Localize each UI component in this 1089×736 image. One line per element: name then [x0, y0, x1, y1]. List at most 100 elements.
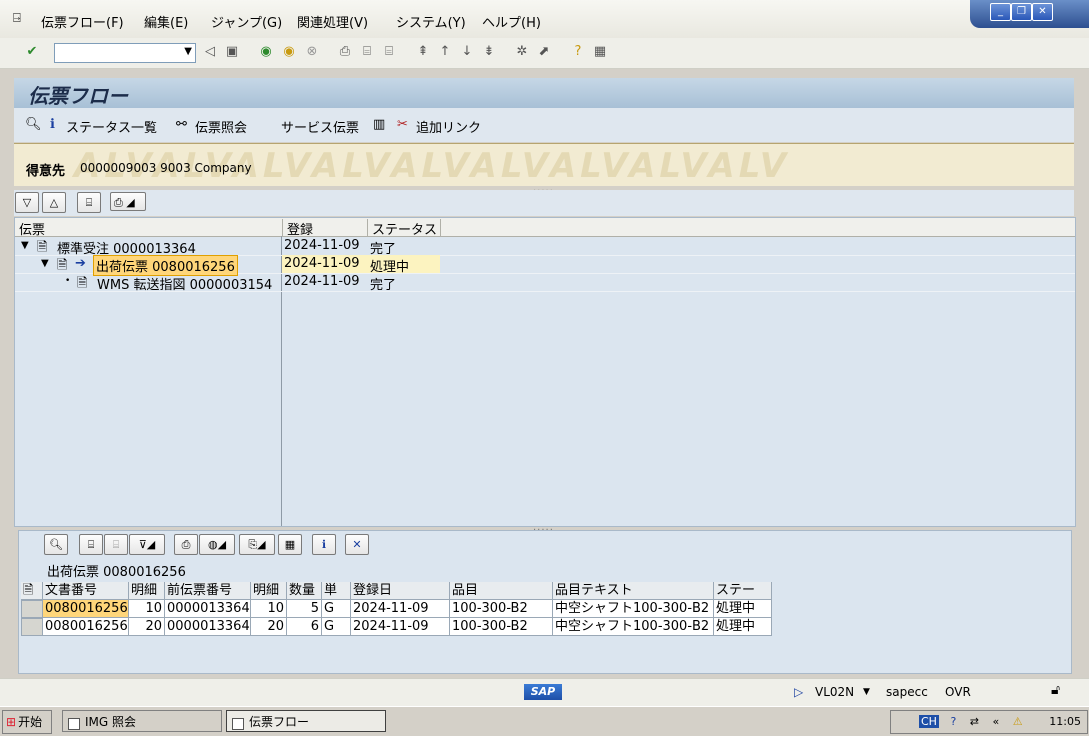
network-icon[interactable]: ⇄ — [970, 715, 979, 728]
chevron-left-icon[interactable]: « — [993, 715, 1000, 728]
help-tray-icon[interactable]: ? — [950, 715, 956, 728]
grid-cell[interactable]: 処理中 — [714, 600, 772, 618]
grid-cell[interactable]: 20 — [129, 618, 165, 636]
menu-help[interactable]: ヘルプ(H) — [482, 12, 541, 31]
new-session-icon[interactable]: ✲ — [514, 44, 530, 60]
tree-row-document[interactable]: WMS 転送指図 0000003154 — [97, 274, 272, 293]
grid-col-document-number[interactable]: 文書番号 — [43, 582, 129, 600]
grid-cell[interactable]: 中空シャフト100-300-B2 — [553, 618, 714, 636]
transaction-code[interactable]: VL02N — [815, 685, 854, 699]
chart-icon[interactable]: ▥ — [373, 117, 385, 132]
menu-document-flow[interactable]: 伝票フロー(F) — [41, 12, 124, 31]
grid-col-preceding-item[interactable]: 明細 — [251, 582, 287, 600]
find-icon[interactable]: ⌸ — [79, 534, 103, 555]
cancel-icon[interactable]: ⊗ — [304, 44, 320, 60]
caret-down-icon[interactable]: ▼ — [21, 240, 29, 251]
print-icon[interactable]: ⎙ — [174, 534, 198, 555]
grid-cell[interactable]: 2024-11-09 — [351, 600, 450, 618]
tree-col-created[interactable]: 登録 — [283, 219, 368, 238]
help-icon[interactable]: ? — [570, 44, 586, 60]
close-list-icon[interactable]: ✕ — [345, 534, 369, 555]
find-next-icon[interactable]: ⌸ — [104, 534, 128, 555]
row-selector[interactable] — [21, 618, 43, 636]
grid-col-unit[interactable]: 単 — [322, 582, 351, 600]
start-button[interactable]: ⊞ 开始 — [2, 710, 52, 734]
play-triangle-icon[interactable]: ▷ — [794, 685, 803, 699]
grid-cell[interactable]: 0000013364 — [165, 618, 251, 636]
menu-environment[interactable]: 関連処理(V) — [297, 12, 368, 31]
tree-row[interactable]: ▼ 🗎 標準受注 0000013364 2024-11-09 完了 — [15, 237, 1075, 257]
first-page-icon[interactable]: ⇞ — [415, 44, 431, 60]
grid-cell[interactable]: 0080016256 — [43, 600, 129, 618]
clock[interactable]: 11:05 — [1049, 711, 1081, 733]
grid-cell[interactable]: 100-300-B2 — [450, 618, 553, 636]
minimize-icon[interactable]: _ — [990, 3, 1011, 21]
grid-cell[interactable]: 0000013364 — [165, 600, 251, 618]
tree-col-document[interactable]: 伝票 — [15, 219, 283, 238]
previous-page-icon[interactable]: ↑ — [437, 44, 453, 60]
enter-check-icon[interactable]: ✔ — [24, 44, 40, 60]
back-arrow-icon[interactable]: ◁ — [202, 44, 218, 60]
grid-col-material-text[interactable]: 品目テキスト — [553, 582, 714, 600]
menu-exit-icon[interactable]: ⍈ — [13, 11, 27, 26]
task-img-display[interactable]: IMG 照会 — [62, 710, 222, 732]
exit-icon[interactable]: ◉ — [281, 44, 297, 60]
menu-edit[interactable]: 編集(E) — [144, 12, 188, 31]
print-dropdown-icon[interactable]: ⎙ ◢ — [110, 192, 146, 211]
last-page-icon[interactable]: ⇟ — [481, 44, 497, 60]
warning-icon[interactable]: ⚠ — [1013, 715, 1023, 728]
chevron-down-icon[interactable]: ▼ — [863, 687, 870, 697]
back-icon[interactable]: ◉ — [258, 44, 274, 60]
details-icon[interactable]: 🔍︎ — [44, 534, 68, 555]
grid-col-material[interactable]: 品目 — [450, 582, 553, 600]
service-document-button[interactable]: サービス伝票 — [281, 117, 359, 136]
find-icon[interactable]: ⌸ — [359, 44, 375, 60]
additional-links-button[interactable]: 追加リンク — [416, 117, 481, 136]
grid-cell[interactable]: 2024-11-09 — [351, 618, 450, 636]
grid-col-quantity[interactable]: 数量 — [287, 582, 322, 600]
next-page-icon[interactable]: ↓ — [459, 44, 475, 60]
grid-cell[interactable]: G — [322, 618, 351, 636]
lock-icon[interactable]: 🔓︎ — [1051, 682, 1060, 698]
restore-icon[interactable]: ❐ — [1011, 3, 1032, 21]
grid-col-preceding-document[interactable]: 前伝票番号 — [165, 582, 251, 600]
tree-col-status[interactable]: ステータス — [368, 219, 441, 238]
find-icon[interactable]: ⌸ — [77, 192, 101, 213]
info-icon[interactable]: ℹ — [312, 534, 336, 555]
grid-cell[interactable]: 0080016256 — [43, 618, 129, 636]
layout-grid-icon[interactable]: ▦ — [278, 534, 302, 555]
grid-col-item[interactable]: 明細 — [129, 582, 165, 600]
collapse-all-icon[interactable]: △ — [42, 192, 66, 213]
caret-down-icon[interactable]: ▼ — [41, 258, 49, 269]
menu-goto[interactable]: ジャンプ(G) — [211, 12, 282, 31]
layout-menu-icon[interactable]: ▦ — [592, 44, 608, 60]
grid-cell[interactable]: 10 — [129, 600, 165, 618]
close-icon[interactable]: ✕ — [1032, 3, 1053, 21]
save-icon[interactable]: ▣ — [224, 44, 240, 60]
grid-cell[interactable]: G — [322, 600, 351, 618]
find-next-icon[interactable]: ⌸ — [381, 44, 397, 60]
tree-row[interactable]: • 🗎 WMS 転送指図 0000003154 2024-11-09 完了 — [15, 273, 1075, 293]
grid-cell[interactable]: 100-300-B2 — [450, 600, 553, 618]
command-field[interactable]: ▼ — [54, 43, 196, 63]
views-dropdown-icon[interactable]: ◍◢ — [199, 534, 235, 555]
grid-col-created-on[interactable]: 登録日 — [351, 582, 450, 600]
display-doc-icon[interactable]: 🔍︎ — [25, 117, 42, 132]
expand-all-icon[interactable]: ▽ — [15, 192, 39, 213]
tree-row-selected[interactable]: ▼ 🗎 ➔ 出荷伝票 0080016256 2024-11-09 処理中 — [15, 255, 1075, 276]
grid-cell[interactable]: 5 — [287, 600, 322, 618]
display-document-button[interactable]: 伝票照会 — [195, 117, 247, 136]
print-icon[interactable]: ⎙ — [337, 44, 353, 60]
menu-system[interactable]: システム(Y) — [396, 12, 466, 31]
input-language[interactable]: CH — [919, 715, 939, 728]
task-document-flow[interactable]: 伝票フロー — [226, 710, 386, 732]
status-overview-button[interactable]: ステータス一覧 — [66, 117, 157, 136]
grid-cell[interactable]: 処理中 — [714, 618, 772, 636]
chevron-down-icon[interactable]: ▼ — [184, 46, 192, 57]
filter-dropdown-icon[interactable]: ⊽◢ — [129, 534, 165, 555]
grid-col-status[interactable]: ステー — [714, 582, 772, 600]
insert-mode[interactable]: OVR — [945, 685, 971, 699]
export-dropdown-icon[interactable]: ⎘◢ — [239, 534, 275, 555]
select-all-icon[interactable]: 🗎 — [21, 582, 43, 600]
shortcut-icon[interactable]: ⬈ — [536, 44, 552, 60]
